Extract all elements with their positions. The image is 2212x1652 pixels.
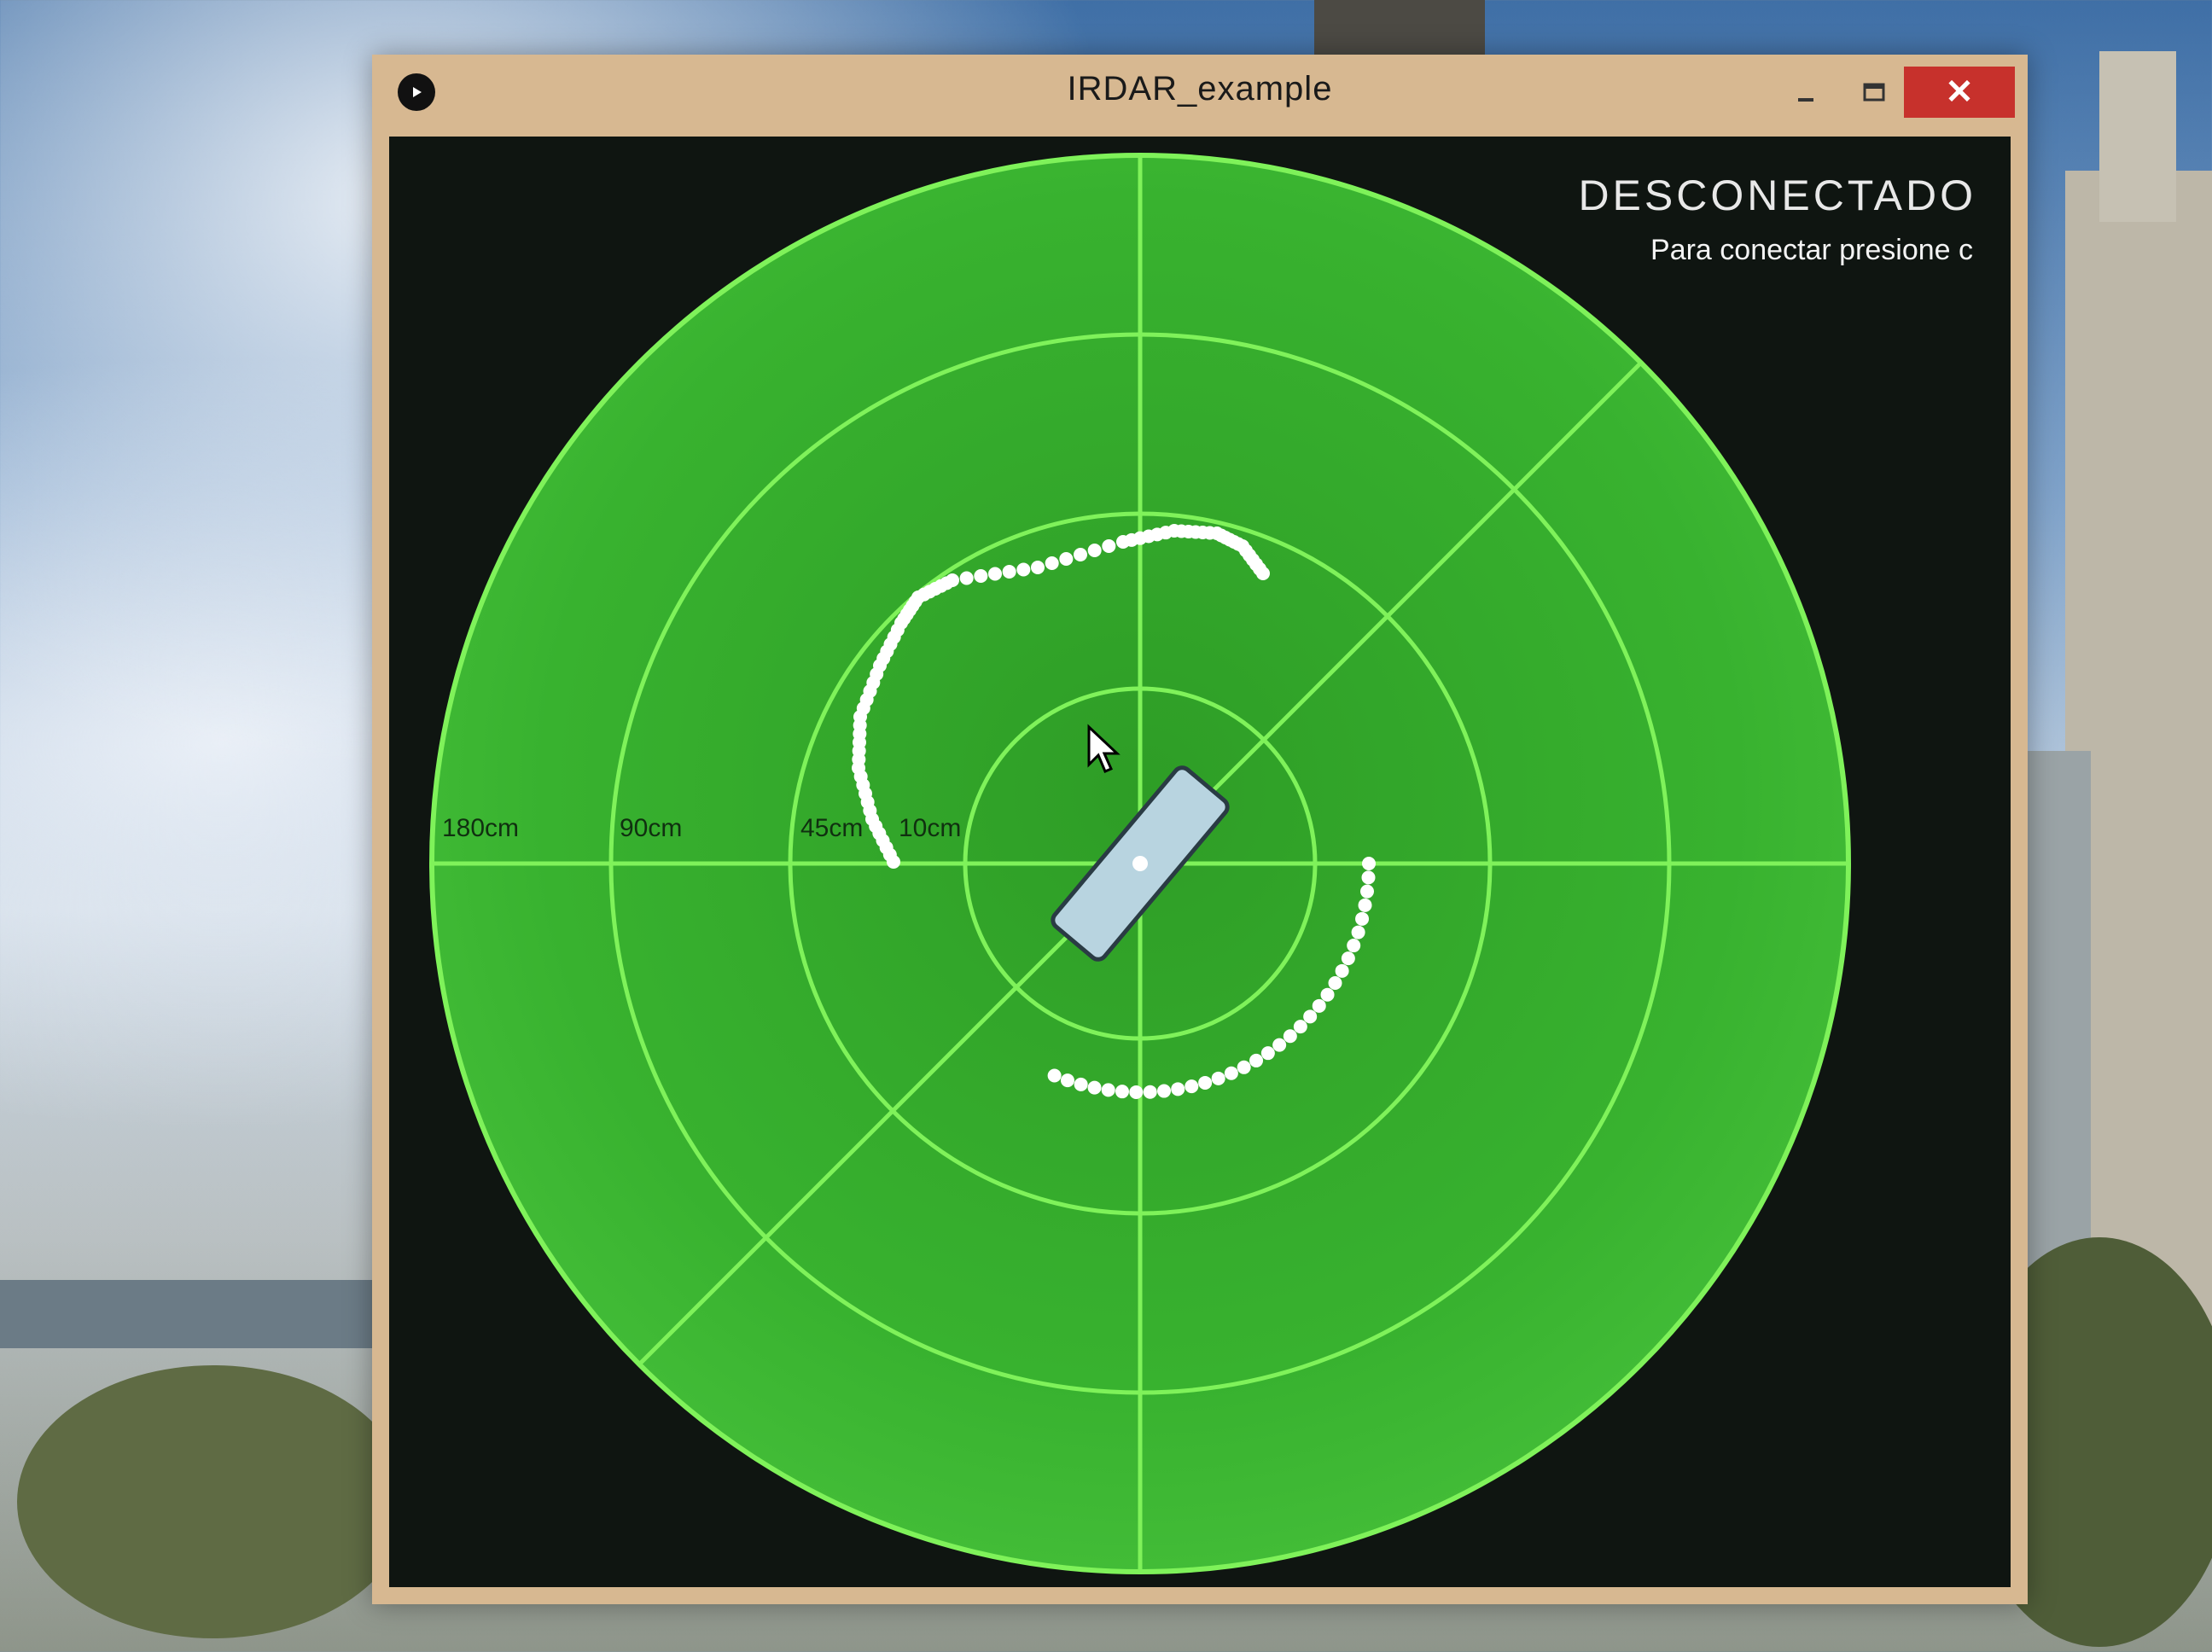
scan-point	[1224, 1066, 1238, 1080]
close-icon: ✕	[1945, 73, 1974, 111]
scan-point	[1360, 884, 1375, 899]
scan-point	[1074, 548, 1087, 561]
scan-point	[1362, 857, 1376, 870]
connect-hint: Para conectar presione c	[1650, 234, 1973, 266]
scan-point	[1002, 565, 1016, 579]
scan-point	[1328, 976, 1342, 991]
scan-point	[1303, 1009, 1318, 1024]
scan-point	[1185, 1079, 1199, 1094]
scan-point	[1358, 898, 1372, 912]
scan-point	[1016, 562, 1031, 577]
scan-point	[1060, 1073, 1074, 1088]
connection-status: DESCONECTADO	[1578, 172, 1976, 219]
scan-point	[1045, 556, 1059, 570]
scan-point	[1312, 998, 1326, 1013]
ring-label-180cm: 180cm	[442, 814, 519, 842]
scan-point	[1031, 561, 1045, 574]
ring-label-45cm: 45cm	[800, 814, 863, 842]
scan-point	[1143, 1085, 1157, 1099]
scan-point	[1074, 1077, 1088, 1091]
scan-point	[1361, 870, 1376, 885]
minimize-icon	[1798, 98, 1813, 102]
scan-point	[959, 571, 974, 585]
maximize-icon	[1863, 83, 1885, 102]
scan-point	[974, 569, 988, 583]
scan-point	[1320, 987, 1335, 1002]
scan-point	[1341, 951, 1355, 966]
scan-point	[1347, 939, 1361, 953]
close-button[interactable]: ✕	[1904, 67, 2015, 118]
scan-point	[1335, 963, 1349, 978]
scan-point	[1087, 1080, 1102, 1095]
scan-point	[1351, 925, 1365, 939]
radar-display: 180cm 90cm 45cm 10cm	[429, 153, 1851, 1574]
scan-point	[1101, 1083, 1115, 1097]
scan-point	[1198, 1075, 1213, 1090]
scan-point	[1129, 1085, 1144, 1099]
scan-point	[1272, 1038, 1287, 1052]
scan-point	[1059, 552, 1074, 566]
title-bar[interactable]: IRDAR_example ✕	[372, 55, 2028, 137]
scan-point	[1283, 1029, 1297, 1044]
ring-label-90cm: 90cm	[620, 814, 682, 842]
scan-point	[1157, 1084, 1172, 1098]
app-window: IRDAR_example ✕ 180cm 90cm 45cm 10cm DES…	[372, 55, 2028, 1604]
scan-point	[1087, 544, 1102, 557]
scan-point	[1171, 1082, 1185, 1096]
scan-point	[1355, 911, 1370, 926]
scan-point	[1115, 1085, 1129, 1099]
ring-label-10cm: 10cm	[899, 814, 961, 842]
scan-point	[1256, 567, 1270, 580]
scan-point	[1211, 1071, 1225, 1085]
scan-point	[1249, 1053, 1264, 1067]
radar-canvas[interactable]: 180cm 90cm 45cm 10cm DESCONECTADO Para c…	[389, 137, 2011, 1587]
scan-point	[1047, 1068, 1062, 1083]
minimize-button[interactable]	[1772, 67, 1840, 118]
scan-point	[1293, 1020, 1307, 1034]
scan-point	[946, 573, 959, 587]
scan-point	[988, 567, 1002, 581]
scan-point	[1237, 1060, 1251, 1074]
scan-point	[1260, 1046, 1275, 1061]
scan-point	[1102, 539, 1116, 553]
maximize-button[interactable]	[1840, 67, 1908, 118]
